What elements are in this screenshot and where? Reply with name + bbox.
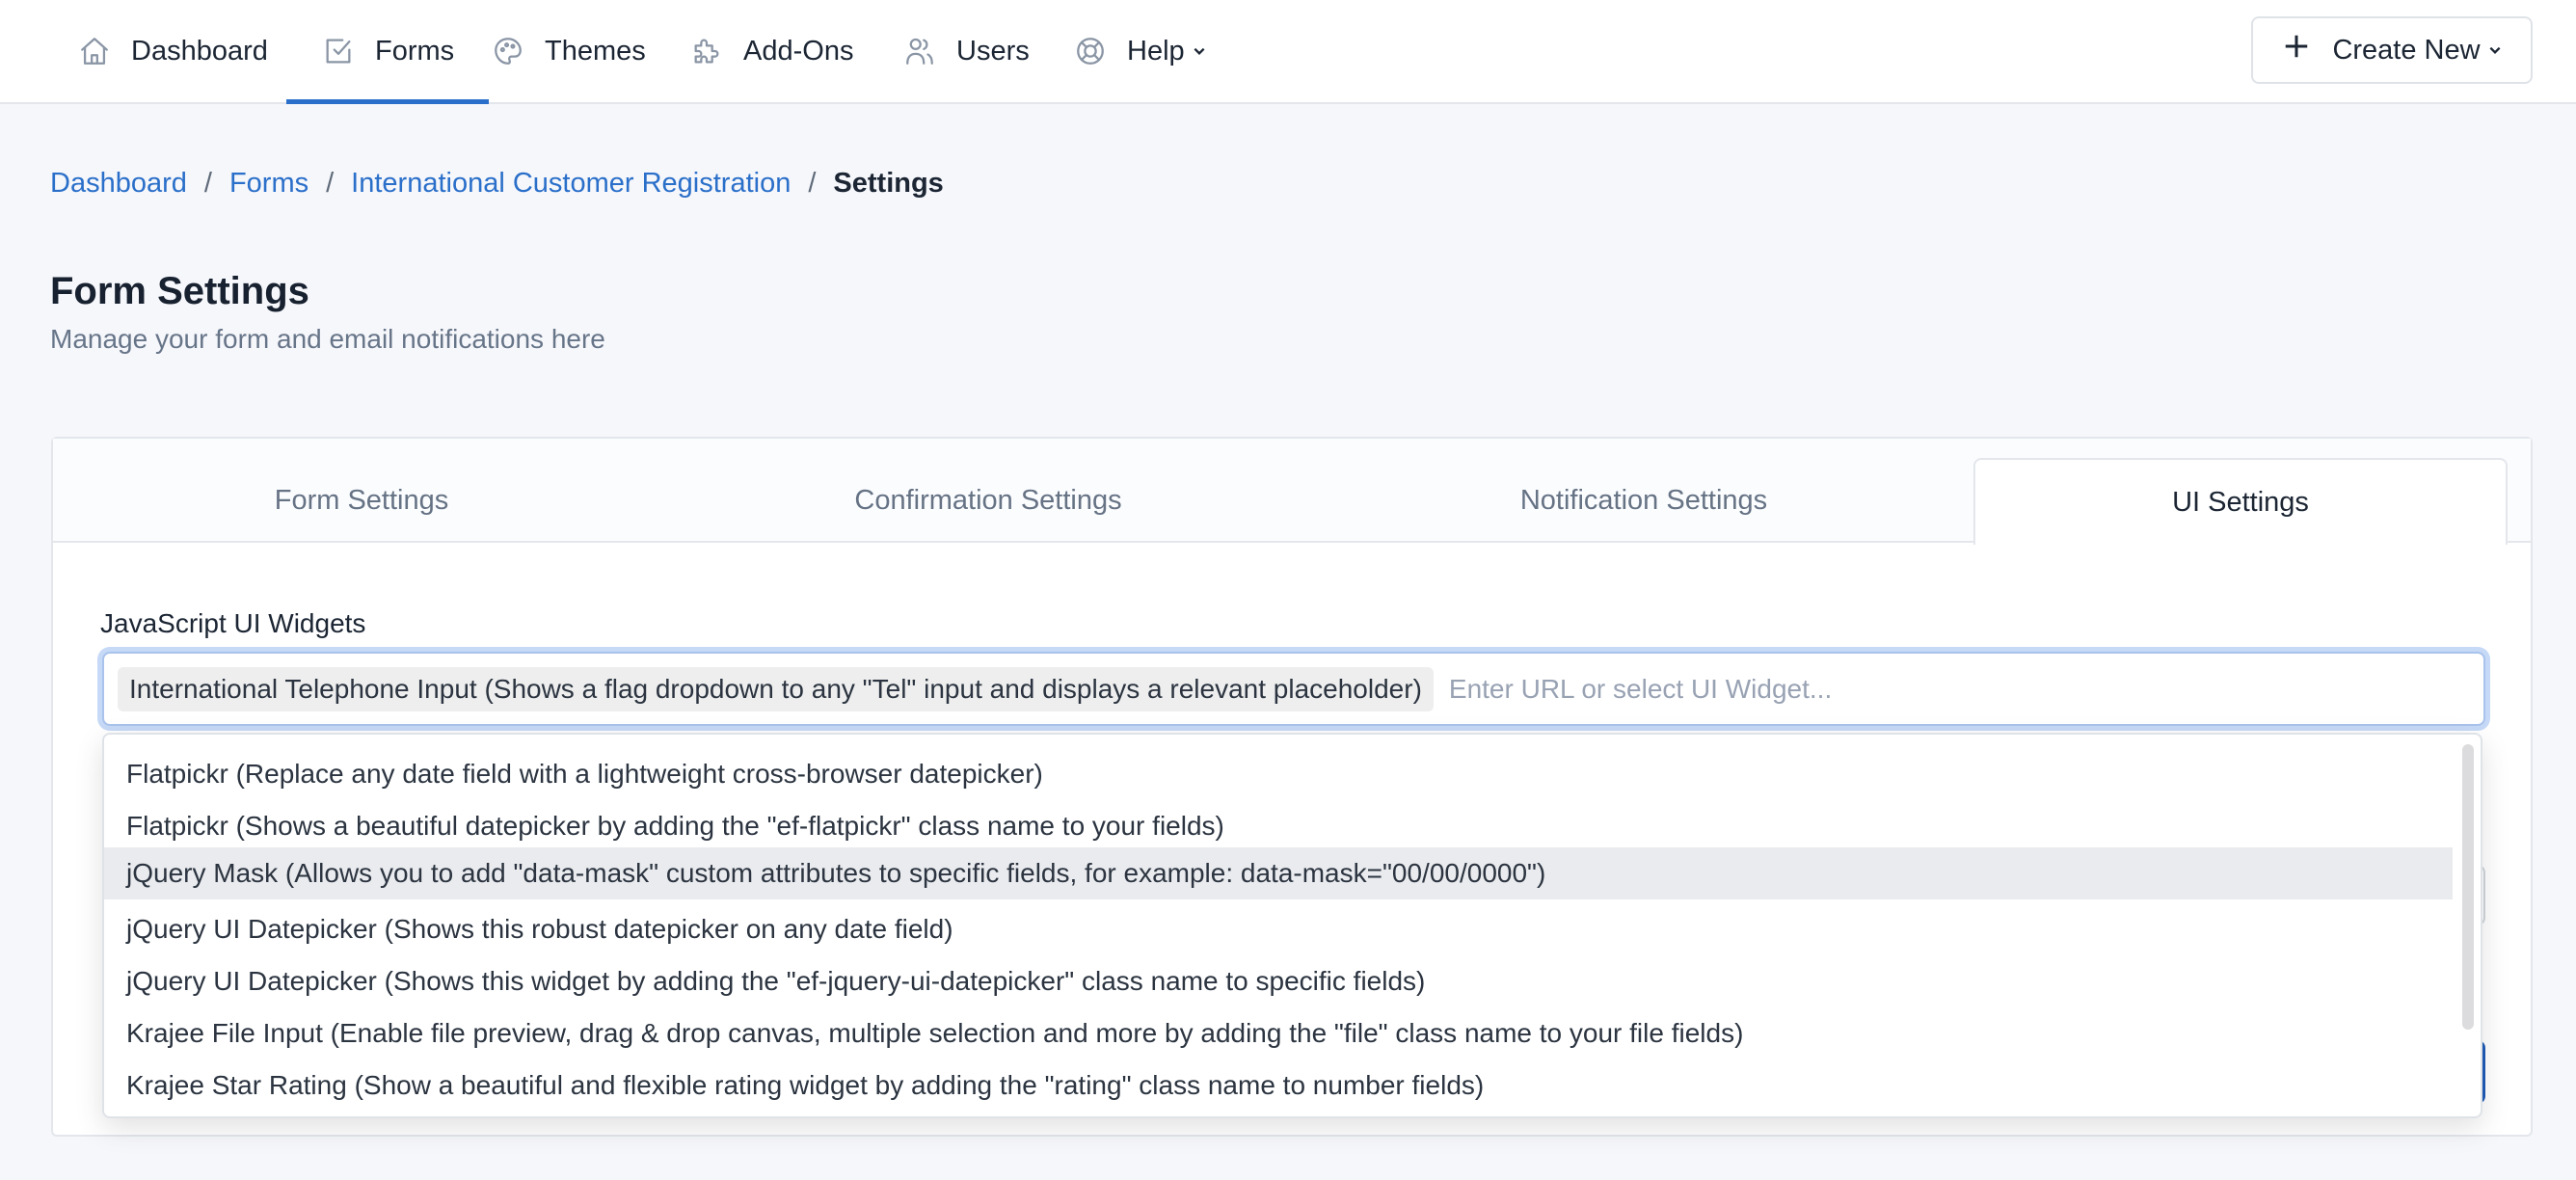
nav-item-forms[interactable]: Forms xyxy=(285,0,490,104)
settings-tabs: Form Settings Confirmation Settings Noti… xyxy=(53,439,2531,545)
nav-item-themes[interactable]: Themes xyxy=(491,0,646,102)
puzzle-icon xyxy=(689,34,724,68)
dropdown-option[interactable]: Flatpickr (Replace any date field with a… xyxy=(104,748,2453,800)
tab-confirmation-settings[interactable]: Confirmation Settings xyxy=(680,458,1297,543)
dropdown-option[interactable]: Krajee File Input (Enable file preview, … xyxy=(104,1007,2453,1059)
chevron-down-icon xyxy=(1193,44,1206,58)
create-new-button[interactable]: Create New xyxy=(2251,16,2533,84)
widgets-field-label: JavaScript UI Widgets xyxy=(100,608,366,638)
page-title: Form Settings xyxy=(50,270,309,312)
widgets-tag-input[interactable]: International Telephone Input (Shows a f… xyxy=(102,652,2485,726)
palette-icon xyxy=(491,34,525,68)
nav-item-dashboard[interactable]: Dashboard xyxy=(77,0,268,102)
checkbox-icon xyxy=(321,34,356,68)
breadcrumb-separator: / xyxy=(203,168,212,199)
lifebuoy-icon xyxy=(1073,34,1108,68)
dropdown-scrollbar[interactable] xyxy=(2462,744,2474,1030)
nav-label: Forms xyxy=(375,35,455,67)
nav-item-help[interactable]: Help xyxy=(1073,0,1206,102)
breadcrumb: Dashboard / Forms / International Custom… xyxy=(50,168,944,200)
breadcrumb-link-dashboard[interactable]: Dashboard xyxy=(50,168,187,200)
tab-notification-settings[interactable]: Notification Settings xyxy=(1335,458,1952,543)
top-navbar: Dashboard Forms Themes Add-Ons Users Hel… xyxy=(0,0,2576,104)
nav-item-add-ons[interactable]: Add-Ons xyxy=(689,0,853,102)
breadcrumb-link-forms[interactable]: Forms xyxy=(229,168,309,200)
dropdown-option[interactable]: jQuery UI Datepicker (Shows this robust … xyxy=(104,903,2453,955)
page-subtitle: Manage your form and email notifications… xyxy=(50,324,605,354)
selected-widget-chip[interactable]: International Telephone Input (Shows a f… xyxy=(118,666,1434,711)
plus-icon xyxy=(2282,32,2332,68)
dropdown-option[interactable]: Krajee Star Rating (Show a beautiful and… xyxy=(104,1059,2453,1112)
dropdown-option[interactable]: Flatpickr (Shows a beautiful datepicker … xyxy=(104,800,2453,852)
users-icon xyxy=(902,34,937,68)
dropdown-option-highlighted[interactable]: jQuery Mask (Allows you to add "data-mas… xyxy=(104,847,2453,899)
tab-ui-settings[interactable]: UI Settings xyxy=(1973,458,2508,545)
nav-label: Dashboard xyxy=(131,35,268,67)
widgets-search-input[interactable] xyxy=(1448,673,2483,705)
nav-item-users[interactable]: Users xyxy=(902,0,1030,102)
tab-form-settings[interactable]: Form Settings xyxy=(53,458,670,543)
breadcrumb-link-form[interactable]: International Customer Registration xyxy=(351,168,791,200)
breadcrumb-separator: / xyxy=(808,168,817,199)
nav-label: Add-Ons xyxy=(743,35,854,67)
widgets-dropdown: Flatpickr (Replace any date field with a… xyxy=(102,733,2482,1118)
nav-label: Themes xyxy=(545,35,646,67)
dropdown-option[interactable]: jQuery UI Datepicker (Shows this widget … xyxy=(104,955,2453,1007)
home-icon xyxy=(77,34,112,68)
breadcrumb-separator: / xyxy=(326,168,335,199)
create-new-label: Create New xyxy=(2332,34,2481,66)
chevron-down-icon xyxy=(2488,43,2502,57)
nav-label: Users xyxy=(956,35,1030,67)
breadcrumb-current: Settings xyxy=(833,168,944,199)
nav-label: Help xyxy=(1127,35,1185,67)
